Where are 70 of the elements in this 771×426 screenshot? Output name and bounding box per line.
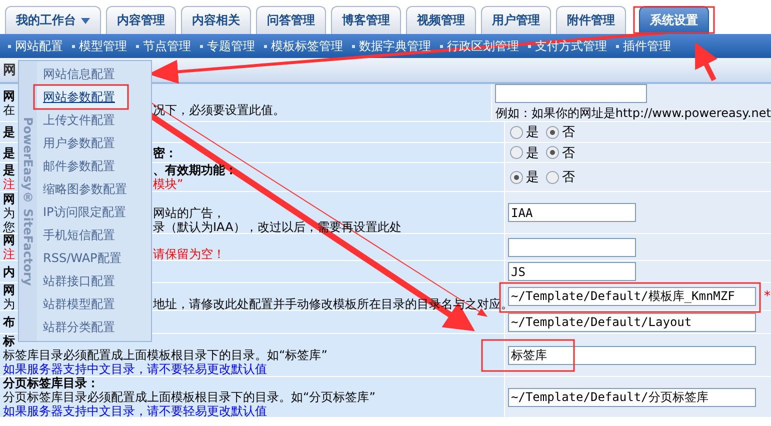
- field-title: 网: [3, 233, 15, 247]
- page-title: 网: [3, 62, 16, 79]
- menu-item[interactable]: RSS/WAP配置: [37, 247, 127, 270]
- field-title: 标: [3, 334, 15, 348]
- sub-nav-link[interactable]: 模型管理: [79, 38, 127, 54]
- text-field[interactable]: IAA: [508, 203, 636, 222]
- text-field[interactable]: 标签库: [508, 346, 756, 364]
- text-field[interactable]: ~/Template/Default/Layout: [508, 312, 756, 332]
- radio-label: 是: [526, 144, 539, 162]
- menu-item[interactable]: 邮件参数配置: [37, 155, 127, 178]
- menu-item[interactable]: 缩略图参数配置: [37, 178, 127, 201]
- field-title: 是: [3, 163, 15, 177]
- radio-label: 否: [562, 144, 575, 162]
- field-title: 密：: [153, 146, 177, 160]
- field-title: 是: [3, 146, 15, 160]
- nav-tab[interactable]: 内容管理: [106, 6, 176, 34]
- menu-item[interactable]: 网站参数配置: [37, 86, 127, 109]
- nav-tab[interactable]: 博客管理: [331, 6, 401, 34]
- nav-tab[interactable]: 视频管理: [406, 6, 476, 34]
- field-title: 内: [3, 264, 15, 278]
- radio-label: 是: [526, 169, 539, 186]
- sub-nav-link[interactable]: 网站配置: [15, 38, 63, 54]
- hint-link[interactable]: 如果服务器支持中文目录，请不要轻易更改默认值: [3, 404, 267, 418]
- field-title: 、有效期功能：: [153, 163, 237, 177]
- menu-item[interactable]: 站群接口配置: [37, 270, 127, 293]
- menu-brand-text: PowerEasy® SiteFactory: [19, 61, 37, 341]
- hint-link[interactable]: 如果服务器支持中文目录，请不要轻易更改默认值: [3, 362, 267, 376]
- radio-label: 否: [562, 124, 575, 141]
- field-title: 分页标签库目录：: [3, 376, 99, 390]
- field-title: 网: [3, 192, 15, 206]
- description-text: 为: [3, 296, 15, 310]
- nav-tab[interactable]: 附件管理: [556, 6, 626, 34]
- example-hint: 例如：如果你的网址是http://www.powereasy.net: [495, 104, 771, 122]
- menu-item[interactable]: 站群模型配置: [37, 293, 127, 316]
- field-title: 网: [3, 282, 15, 296]
- warning-text: 注: [3, 247, 15, 261]
- warning-text: 模块”: [153, 177, 184, 191]
- description-text: 为: [3, 206, 15, 220]
- nav-tab[interactable]: 内容相关: [181, 6, 251, 34]
- warning-text: 请保留为空！: [153, 247, 225, 261]
- menu-item[interactable]: IP访问限定配置: [37, 201, 127, 224]
- description-text: 分页标签库目录必须配置成上面模板根目录下的目录。如“分页标签库”: [3, 390, 376, 404]
- menu-item[interactable]: 网站信息配置: [37, 63, 127, 86]
- nav-tab[interactable]: 问答管理: [256, 6, 326, 34]
- warning-text: 注: [3, 177, 15, 191]
- nav-tab[interactable]: 系统设置: [639, 6, 709, 34]
- nav-tab[interactable]: 我的工作台: [5, 6, 101, 34]
- sub-nav-link[interactable]: 模板标签管理: [271, 38, 343, 54]
- menu-item[interactable]: 上传文件配置: [37, 109, 127, 132]
- field-title: 是: [3, 125, 15, 139]
- description-text: 标签库目录必须配置成上面模板根目录下的目录。如“标签库”: [3, 348, 328, 362]
- sub-nav-link[interactable]: 节点管理: [143, 38, 191, 54]
- menu-item[interactable]: 手机短信配置: [37, 224, 127, 247]
- nav-tab[interactable]: 用户管理: [481, 6, 551, 34]
- sub-nav-link[interactable]: 插件管理: [623, 38, 671, 54]
- radio-label: 否: [562, 169, 575, 186]
- field-title: 布: [3, 315, 15, 329]
- text-field[interactable]: JS: [508, 262, 636, 281]
- description-text: 您: [3, 220, 15, 234]
- sub-nav-link[interactable]: 数据字典管理: [359, 38, 431, 54]
- sub-nav-link[interactable]: 专题管理: [207, 38, 255, 54]
- menu-item[interactable]: 用户参数配置: [37, 132, 127, 155]
- text-field[interactable]: ~/Template/Default/分页标签库: [508, 388, 756, 406]
- radio-label: 是: [526, 124, 539, 141]
- description-text: 在: [3, 102, 15, 116]
- menu-item[interactable]: 站群分类配置: [37, 316, 127, 339]
- text-field[interactable]: ~/Template/Default/模板库_KmnMZF: [508, 287, 756, 306]
- description-text: 网站的广告，: [153, 206, 225, 220]
- field-title: 网: [3, 88, 15, 102]
- required-mark: *: [764, 289, 770, 304]
